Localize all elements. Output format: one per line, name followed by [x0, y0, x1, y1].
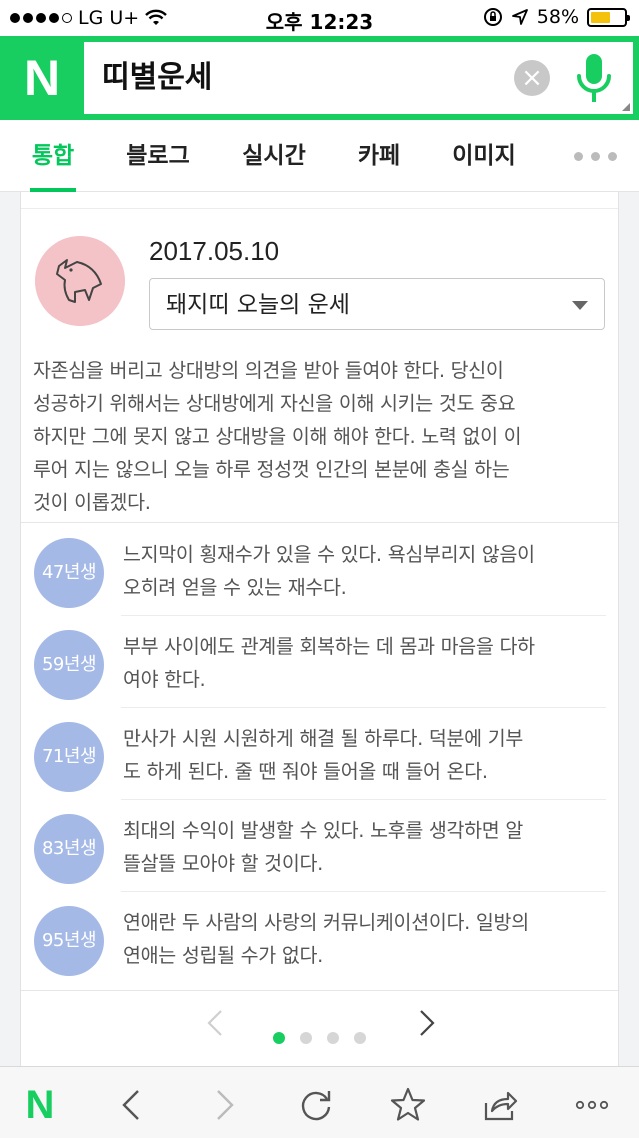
- search-input[interactable]: [102, 42, 502, 114]
- next-page-chevron-icon[interactable]: [411, 1008, 441, 1038]
- divider: [21, 990, 618, 991]
- fortune-card: 2017.05.10 돼지띠 오늘의 운세 자존심을 버리고 상대방의 의견을 …: [20, 192, 619, 1066]
- tab-realtime[interactable]: 실시간: [240, 120, 308, 192]
- search-tabs: 통합 블로그 실시간 카페 이미지: [0, 120, 639, 192]
- forward-icon[interactable]: [204, 1085, 244, 1125]
- status-right: 58%: [483, 6, 630, 28]
- zodiac-select[interactable]: 돼지띠 오늘의 운세: [149, 278, 605, 330]
- tab-cafe[interactable]: 카페: [356, 120, 402, 192]
- year-fortune-text: 최대의 수익이 발생할 수 있다. 노후를 생각하면 알 뜰살뜰 모아야 할 것…: [123, 814, 609, 880]
- resize-corner-icon: [622, 103, 630, 111]
- tab-blog[interactable]: 블로그: [124, 120, 192, 192]
- text-line: 오히려 얻을 수 있는 재수다.: [123, 576, 347, 599]
- text-line: 느지막이 횡재수가 있을 수 있다. 욕심부리지 않음이: [123, 543, 535, 566]
- more-tabs-icon[interactable]: [574, 152, 617, 161]
- page-dot[interactable]: [273, 1032, 285, 1044]
- share-icon[interactable]: [480, 1085, 520, 1125]
- text-line: 연애는 성립될 수가 없다.: [123, 944, 323, 967]
- location-arrow-icon: [511, 9, 528, 25]
- text-line: 부부 사이에도 관계를 회복하는 데 몸과 마음을 다하: [123, 635, 535, 658]
- refresh-icon[interactable]: [296, 1085, 336, 1125]
- previous-page-chevron-icon[interactable]: [201, 1008, 231, 1038]
- page-dot[interactable]: [327, 1032, 339, 1044]
- text-line: 연애란 두 사람의 사랑의 커뮤니케이션이다. 일방의: [123, 911, 529, 934]
- chevron-down-icon: [572, 301, 588, 310]
- status-bar: LG U+ 오후 12:23 58%: [0, 0, 639, 36]
- zodiac-select-value: 돼지띠 오늘의 운세: [166, 292, 350, 318]
- pig-zodiac-icon: [35, 236, 125, 326]
- summary-line: 루어 지는 않으니 오늘 하루 정성껏 인간의 본분에 충실 하는: [33, 458, 510, 481]
- summary-line: 것이 이롭겠다.: [33, 491, 151, 514]
- clear-search-button[interactable]: ×: [514, 60, 550, 96]
- text-line: 여야 한다.: [123, 668, 206, 691]
- year-fortune-row: 95년생 연애란 두 사람의 사랑의 커뮤니케이션이다. 일방의 연애는 성립될…: [21, 892, 620, 984]
- pagination: [21, 1000, 620, 1060]
- rotation-lock-icon: [483, 8, 502, 26]
- page-indicator: [273, 1032, 366, 1044]
- birth-year-badge: 71년생: [34, 722, 104, 792]
- year-fortune-text: 만사가 시원 시원하게 해결 될 하루다. 덕분에 기부 도 하게 된다. 줄 …: [123, 722, 609, 788]
- battery-percent: 58%: [536, 6, 579, 28]
- text-line: 최대의 수익이 발생할 수 있다. 노후를 생각하면 알: [123, 819, 523, 842]
- divider: [21, 522, 618, 523]
- more-icon[interactable]: [572, 1085, 612, 1125]
- browser-toolbar: N: [0, 1066, 639, 1138]
- birth-year-badge: 47년생: [34, 538, 104, 608]
- year-fortune-row: 59년생 부부 사이에도 관계를 회복하는 데 몸과 마음을 다하 여야 한다.: [21, 616, 620, 708]
- year-fortune-text: 연애란 두 사람의 사랑의 커뮤니케이션이다. 일방의 연애는 성립될 수가 없…: [123, 906, 609, 972]
- fortune-date: 2017.05.10: [149, 236, 280, 266]
- year-fortune-row: 71년생 만사가 시원 시원하게 해결 될 하루다. 덕분에 기부 도 하게 된…: [21, 708, 620, 800]
- close-icon: ×: [521, 63, 543, 93]
- year-fortune-row: 47년생 느지막이 횡재수가 있을 수 있다. 욕심부리지 않음이 오히려 얻을…: [21, 524, 620, 616]
- divider: [21, 208, 618, 209]
- search-header: N ×: [0, 36, 639, 120]
- back-icon[interactable]: [112, 1085, 152, 1125]
- year-fortune-text: 부부 사이에도 관계를 회복하는 데 몸과 마음을 다하 여야 한다.: [123, 630, 609, 696]
- page-dot[interactable]: [300, 1032, 312, 1044]
- home-logo-icon[interactable]: N: [20, 1083, 60, 1127]
- summary-line: 자존심을 버리고 상대방의 의견을 받아 들여야 한다. 당신이: [33, 359, 504, 382]
- daily-fortune-summary: 자존심을 버리고 상대방의 의견을 받아 들여야 한다. 당신이 성공하기 위해…: [33, 354, 611, 519]
- text-line: 만사가 시원 시원하게 해결 될 하루다. 덕분에 기부: [123, 727, 523, 750]
- text-line: 뜰살뜰 모아야 할 것이다.: [123, 852, 323, 875]
- page-dot[interactable]: [354, 1032, 366, 1044]
- birth-year-badge: 83년생: [34, 814, 104, 884]
- naver-logo[interactable]: N: [0, 36, 84, 120]
- tab-integrated[interactable]: 통합: [30, 120, 76, 192]
- text-line: 도 하게 된다. 줄 땐 줘야 들어올 때 들어 온다.: [123, 760, 488, 783]
- summary-line: 하지만 그에 못지 않고 상대방을 이해 해야 한다. 노력 없이 이: [33, 425, 522, 448]
- year-fortune-row: 83년생 최대의 수익이 발생할 수 있다. 노후를 생각하면 알 뜰살뜰 모아…: [21, 800, 620, 892]
- microphone-icon[interactable]: [574, 52, 614, 104]
- year-fortune-text: 느지막이 횡재수가 있을 수 있다. 욕심부리지 않음이 오히려 얻을 수 있는…: [123, 538, 609, 604]
- search-box: ×: [84, 42, 633, 114]
- birth-year-badge: 59년생: [34, 630, 104, 700]
- bookmark-star-icon[interactable]: [388, 1085, 428, 1125]
- battery-icon: [587, 7, 630, 27]
- birth-year-badge: 95년생: [34, 906, 104, 976]
- summary-line: 성공하기 위해서는 상대방에게 자신을 이해 시키는 것도 중요: [33, 392, 516, 415]
- tab-image[interactable]: 이미지: [450, 120, 518, 192]
